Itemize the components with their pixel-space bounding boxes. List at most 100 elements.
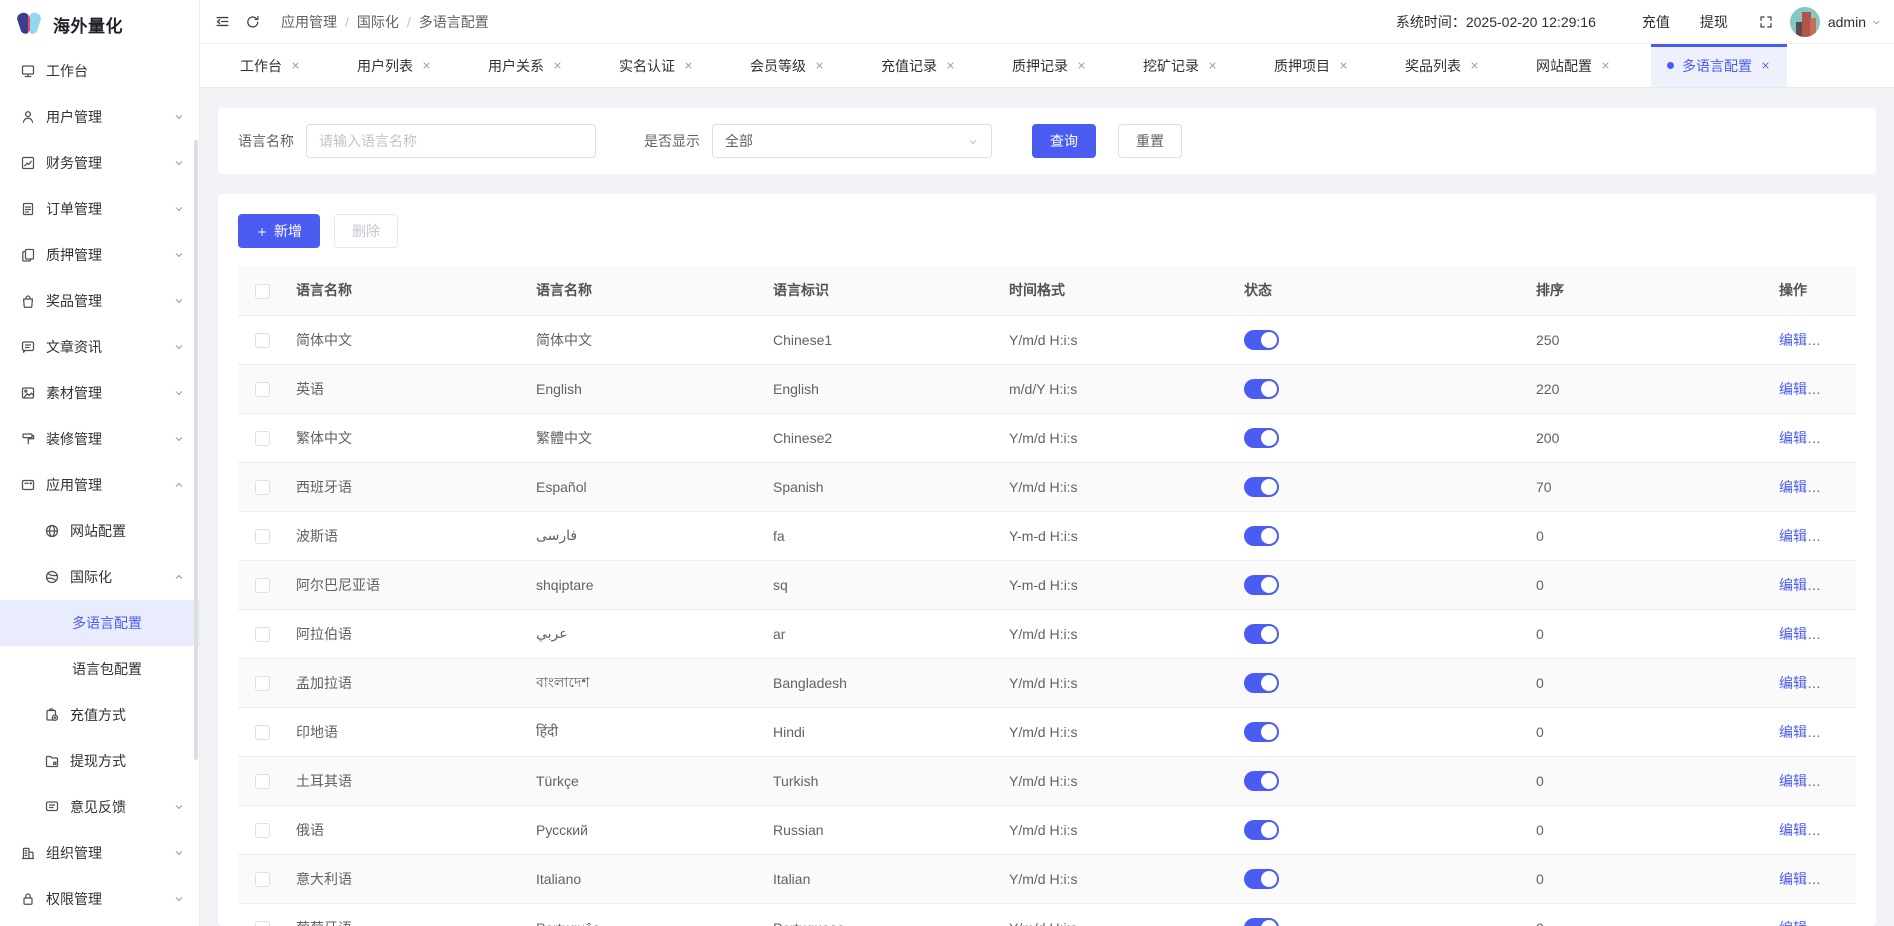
breadcrumb-item[interactable]: 国际化	[357, 12, 399, 32]
tab-member-level[interactable]: 会员等级	[734, 44, 841, 87]
edit-link[interactable]: 编辑	[1779, 479, 1807, 495]
delete-link[interactable]: 删除	[1823, 577, 1851, 593]
sidebar-scrollbar[interactable]	[194, 140, 198, 760]
row-checkbox[interactable]	[255, 676, 270, 691]
edit-link[interactable]: 编辑	[1779, 528, 1807, 544]
edit-link[interactable]: 编辑	[1779, 577, 1807, 593]
edit-link[interactable]: 编辑	[1779, 773, 1807, 789]
status-toggle[interactable]	[1244, 918, 1279, 926]
status-toggle[interactable]	[1244, 477, 1279, 497]
status-toggle[interactable]	[1244, 771, 1279, 791]
status-toggle[interactable]	[1244, 526, 1279, 546]
status-toggle[interactable]	[1244, 673, 1279, 693]
sidebar-item-prize-mgmt[interactable]: 奖品管理	[0, 278, 199, 324]
close-icon[interactable]	[1338, 60, 1349, 71]
delete-link[interactable]: 删除	[1823, 626, 1851, 642]
status-toggle[interactable]	[1244, 624, 1279, 644]
edit-link[interactable]: 编辑	[1779, 675, 1807, 691]
language-name-input[interactable]	[306, 124, 596, 158]
sidebar-item-langpack-config[interactable]: 语言包配置	[0, 646, 199, 692]
close-icon[interactable]	[1600, 60, 1611, 71]
refresh-icon[interactable]	[245, 14, 261, 30]
row-checkbox[interactable]	[255, 627, 270, 642]
sidebar-item-withdraw-method[interactable]: 提现方式	[0, 738, 199, 784]
tab-website-config[interactable]: 网站配置	[1520, 44, 1627, 87]
status-toggle[interactable]	[1244, 428, 1279, 448]
status-toggle[interactable]	[1244, 722, 1279, 742]
delete-link[interactable]: 删除	[1823, 528, 1851, 544]
show-select[interactable]: 全部	[712, 124, 992, 158]
breadcrumb-item[interactable]: 多语言配置	[419, 12, 489, 32]
edit-link[interactable]: 编辑	[1779, 871, 1807, 887]
sidebar-item-permission-mgmt[interactable]: 权限管理	[0, 876, 199, 922]
breadcrumb-item[interactable]: 应用管理	[281, 12, 337, 32]
sidebar-item-workbench[interactable]: 工作台	[0, 48, 199, 94]
sidebar-item-website-config[interactable]: 网站配置	[0, 508, 199, 554]
add-button[interactable]: 新增	[238, 214, 320, 248]
sidebar-item-user-mgmt[interactable]: 用户管理	[0, 94, 199, 140]
delete-link[interactable]: 删除	[1823, 920, 1851, 926]
delete-link[interactable]: 删除	[1823, 871, 1851, 887]
sidebar-item-i18n[interactable]: 国际化	[0, 554, 199, 600]
sidebar-item-order-mgmt[interactable]: 订单管理	[0, 186, 199, 232]
row-checkbox[interactable]	[255, 578, 270, 593]
sidebar-item-decoration-mgmt[interactable]: 装修管理	[0, 416, 199, 462]
row-checkbox[interactable]	[255, 431, 270, 446]
search-button[interactable]: 查询	[1032, 124, 1096, 158]
sidebar-item-org-mgmt[interactable]: 组织管理	[0, 830, 199, 876]
reset-button[interactable]: 重置	[1118, 124, 1182, 158]
edit-link[interactable]: 编辑	[1779, 381, 1807, 397]
delete-link[interactable]: 删除	[1823, 724, 1851, 740]
row-checkbox[interactable]	[255, 823, 270, 838]
sidebar-item-feedback[interactable]: 意见反馈	[0, 784, 199, 830]
sidebar-item-material-mgmt[interactable]: 素材管理	[0, 370, 199, 416]
row-checkbox[interactable]	[255, 774, 270, 789]
close-icon[interactable]	[552, 60, 563, 71]
row-checkbox[interactable]	[255, 725, 270, 740]
edit-link[interactable]: 编辑	[1779, 920, 1807, 926]
delete-link[interactable]: 删除	[1823, 773, 1851, 789]
close-icon[interactable]	[1076, 60, 1087, 71]
recharge-link[interactable]: 充值	[1642, 12, 1670, 32]
close-icon[interactable]	[945, 60, 956, 71]
tab-user-relation[interactable]: 用户关系	[472, 44, 579, 87]
tab-mining-record[interactable]: 挖矿记录	[1127, 44, 1234, 87]
delete-link[interactable]: 删除	[1823, 675, 1851, 691]
edit-link[interactable]: 编辑	[1779, 724, 1807, 740]
row-checkbox[interactable]	[255, 333, 270, 348]
close-icon[interactable]	[1469, 60, 1480, 71]
tab-prize-list[interactable]: 奖品列表	[1389, 44, 1496, 87]
tab-realname-auth[interactable]: 实名认证	[603, 44, 710, 87]
edit-link[interactable]: 编辑	[1779, 822, 1807, 838]
row-checkbox[interactable]	[255, 872, 270, 887]
row-checkbox[interactable]	[255, 480, 270, 495]
status-toggle[interactable]	[1244, 379, 1279, 399]
brand[interactable]: 海外量化	[0, 0, 199, 48]
status-toggle[interactable]	[1244, 575, 1279, 595]
close-icon[interactable]	[290, 60, 301, 71]
tab-pledge-record[interactable]: 质押记录	[996, 44, 1103, 87]
sidebar-item-article-news[interactable]: 文章资讯	[0, 324, 199, 370]
edit-link[interactable]: 编辑	[1779, 626, 1807, 642]
menu-fold-icon[interactable]	[214, 13, 231, 30]
tab-multilang-config[interactable]: 多语言配置	[1651, 44, 1787, 87]
sidebar-item-finance-mgmt[interactable]: 财务管理	[0, 140, 199, 186]
delete-link[interactable]: 删除	[1823, 381, 1851, 397]
edit-link[interactable]: 编辑	[1779, 430, 1807, 446]
tab-workbench[interactable]: 工作台	[224, 44, 317, 87]
select-all-checkbox[interactable]	[255, 284, 270, 299]
status-toggle[interactable]	[1244, 330, 1279, 350]
row-checkbox[interactable]	[255, 382, 270, 397]
withdraw-link[interactable]: 提现	[1700, 12, 1728, 32]
delete-link[interactable]: 删除	[1823, 479, 1851, 495]
delete-button[interactable]: 删除	[334, 214, 398, 248]
sidebar-item-recharge-method[interactable]: 充值方式	[0, 692, 199, 738]
sidebar-item-app-mgmt[interactable]: 应用管理	[0, 462, 199, 508]
delete-link[interactable]: 删除	[1823, 822, 1851, 838]
tab-user-list[interactable]: 用户列表	[341, 44, 448, 87]
user-menu[interactable]: admin	[1828, 14, 1882, 30]
close-icon[interactable]	[683, 60, 694, 71]
close-icon[interactable]	[421, 60, 432, 71]
status-toggle[interactable]	[1244, 820, 1279, 840]
sidebar-item-pledge-mgmt[interactable]: 质押管理	[0, 232, 199, 278]
